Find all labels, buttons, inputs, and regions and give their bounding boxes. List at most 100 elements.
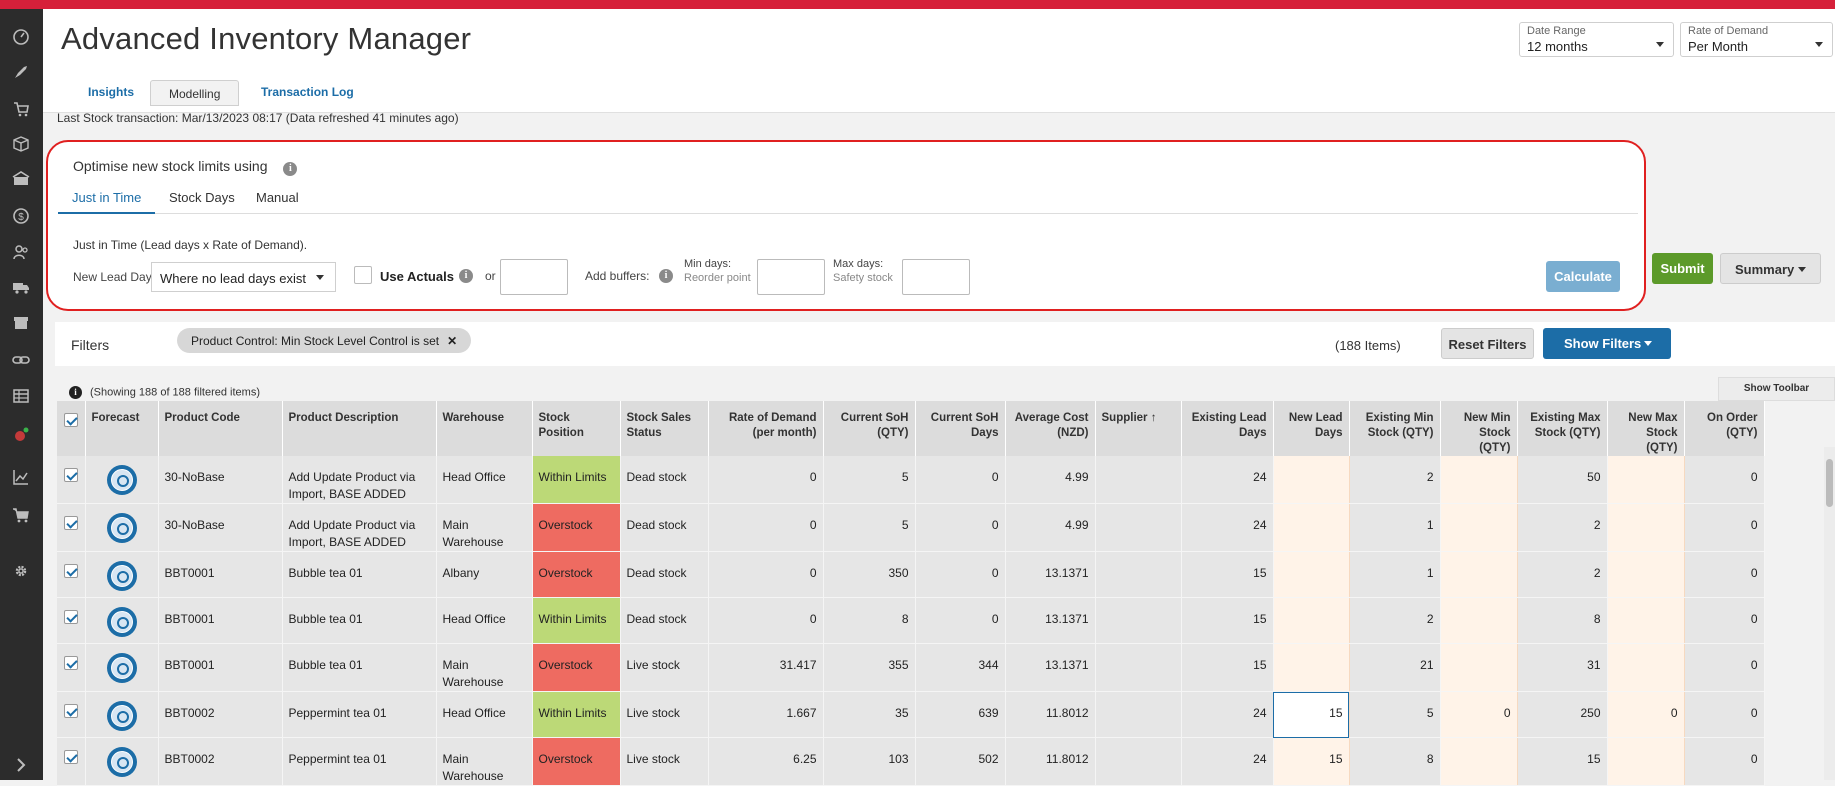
col-header-rate-of-demand[interactable]: Rate of Demand (per month)	[708, 401, 824, 456]
forecast-cell[interactable]	[85, 737, 159, 786]
row-checkbox[interactable]	[57, 456, 86, 504]
gauge-icon[interactable]	[10, 26, 32, 48]
cell-new-lead-days[interactable]	[1272, 551, 1350, 598]
col-header-warehouse[interactable]: Warehouse	[436, 401, 533, 456]
min-days-input[interactable]	[757, 259, 825, 295]
submit-button[interactable]: Submit	[1652, 253, 1713, 284]
table-row[interactable]: BBT0001 Bubble tea 01 Main Warehouse Overst…	[57, 643, 1765, 692]
cell-new-max-stock[interactable]: 0	[1606, 691, 1685, 738]
cell-new-lead-days[interactable]	[1272, 597, 1350, 644]
cell-new-max-stock[interactable]	[1606, 597, 1685, 644]
forecast-cell[interactable]	[85, 643, 159, 692]
col-header-current-soh-days[interactable]: Current SoH Days	[915, 401, 1006, 456]
forecast-cell[interactable]	[85, 456, 159, 504]
cell-new-min-stock[interactable]	[1439, 503, 1518, 552]
row-checkbox[interactable]	[57, 691, 86, 738]
table-row[interactable]: BBT0001 Bubble tea 01 Albany Overstock Dead …	[57, 551, 1765, 598]
cell-new-max-stock[interactable]	[1606, 551, 1685, 598]
gear-icon[interactable]	[10, 560, 32, 582]
forecast-icon[interactable]	[106, 465, 137, 495]
table-scrollbar[interactable]	[1824, 447, 1835, 780]
forecast-icon[interactable]	[106, 561, 137, 591]
table-row[interactable]: 30-NoBase Add Update Product via Import, …	[57, 456, 1765, 504]
col-header-existing-lead-days[interactable]: Existing Lead Days	[1181, 401, 1274, 456]
chart-icon[interactable]	[10, 466, 32, 488]
close-icon[interactable]: ✕	[447, 334, 457, 348]
row-checkbox[interactable]	[57, 551, 86, 598]
col-header-existing-max-stock[interactable]: Existing Max Stock (QTY)	[1517, 401, 1608, 456]
expand-icon[interactable]	[10, 754, 32, 776]
link-icon[interactable]	[10, 349, 32, 371]
col-header-existing-min-stock[interactable]: Existing Min Stock (QTY)	[1349, 401, 1441, 456]
forecast-cell[interactable]	[85, 691, 159, 738]
show-filters-button[interactable]: Show Filters	[1543, 328, 1671, 359]
date-range-select[interactable]: Date Range 12 months	[1519, 22, 1674, 57]
table-row[interactable]: 30-NoBase Add Update Product via Import, …	[57, 503, 1765, 552]
box-icon[interactable]	[10, 133, 32, 155]
col-header-stock-position[interactable]: Stock Position	[532, 401, 621, 456]
col-header-stock-sales-status[interactable]: Stock Sales Status	[620, 401, 709, 456]
max-days-input[interactable]	[902, 259, 970, 295]
select-all-checkbox[interactable]	[57, 401, 86, 456]
cell-new-max-stock[interactable]	[1606, 643, 1685, 692]
cell-new-max-stock[interactable]	[1606, 503, 1685, 552]
truck-icon[interactable]	[10, 276, 32, 298]
store-icon[interactable]	[10, 312, 32, 334]
col-header-current-soh-qty[interactable]: Current SoH (QTY)	[823, 401, 916, 456]
tab-stock-days[interactable]: Stock Days	[155, 190, 249, 214]
tab-transaction-log[interactable]: Transaction Log	[261, 85, 354, 99]
reset-filters-button[interactable]: Reset Filters	[1441, 328, 1534, 359]
show-toolbar-button[interactable]: Show Toolbar	[1718, 377, 1835, 401]
row-checkbox[interactable]	[57, 643, 86, 692]
table-row[interactable]: BBT0001 Bubble tea 01 Head Office Within Li…	[57, 597, 1765, 644]
cell-new-min-stock[interactable]	[1439, 597, 1518, 644]
cell-new-lead-days[interactable]	[1272, 503, 1350, 552]
cart-icon[interactable]	[10, 504, 32, 526]
col-header-new-min-stock[interactable]: New Min Stock (QTY)	[1440, 401, 1518, 456]
info-icon[interactable]: i	[283, 162, 298, 176]
table-icon[interactable]	[10, 385, 32, 407]
col-header-new-max-stock[interactable]: New Max Stock (QTY)	[1607, 401, 1685, 456]
forecast-cell[interactable]	[85, 551, 159, 598]
table-row[interactable]: BBT0002 Peppermint tea 01 Head Office Withi…	[57, 691, 1765, 738]
row-checkbox[interactable]	[57, 503, 86, 552]
scrollbar-thumb[interactable]	[1826, 459, 1833, 507]
people-icon[interactable]	[10, 241, 32, 263]
cell-new-lead-days[interactable]	[1272, 456, 1350, 504]
tab-insights[interactable]: Insights	[88, 85, 134, 99]
info-icon[interactable]: i	[459, 269, 473, 283]
rocket-icon[interactable]	[10, 61, 32, 83]
col-header-forecast[interactable]: Forecast	[85, 401, 159, 456]
col-header-on-order[interactable]: On Order (QTY)	[1684, 401, 1765, 456]
col-header-product-description[interactable]: Product Description	[282, 401, 437, 456]
warehouse-icon[interactable]	[10, 168, 32, 190]
col-header-average-cost[interactable]: Average Cost (NZD)	[1005, 401, 1096, 456]
forecast-icon[interactable]	[106, 747, 137, 777]
cell-new-min-stock[interactable]	[1439, 456, 1518, 504]
cell-new-min-stock[interactable]: 0	[1439, 691, 1518, 738]
table-row[interactable]: BBT0002 Peppermint tea 01 Main Warehouse Ov…	[57, 737, 1765, 786]
cell-new-min-stock[interactable]	[1439, 643, 1518, 692]
forecast-icon[interactable]	[106, 701, 137, 731]
col-header-supplier[interactable]: Supplier ↑	[1095, 401, 1182, 456]
col-header-product-code[interactable]: Product Code	[158, 401, 283, 456]
info-icon[interactable]: i	[659, 269, 673, 283]
cell-new-lead-days[interactable]: 15	[1272, 737, 1350, 786]
forecast-icon[interactable]	[106, 653, 137, 683]
forecast-icon[interactable]	[106, 513, 137, 543]
cell-new-max-stock[interactable]	[1606, 456, 1685, 504]
cell-new-min-stock[interactable]	[1439, 551, 1518, 598]
row-checkbox[interactable]	[57, 597, 86, 644]
use-actuals-checkbox[interactable]	[354, 266, 372, 284]
forecast-cell[interactable]	[85, 597, 159, 644]
tab-just-in-time[interactable]: Just in Time	[58, 190, 156, 214]
cell-new-max-stock[interactable]	[1606, 737, 1685, 786]
rate-of-demand-select[interactable]: Rate of Demand Per Month	[1680, 22, 1833, 57]
row-checkbox[interactable]	[57, 737, 86, 786]
lead-days-input[interactable]	[500, 259, 568, 295]
forecast-cell[interactable]	[85, 503, 159, 552]
dollar-icon[interactable]: $	[10, 205, 32, 227]
col-header-new-lead-days[interactable]: New Lead Days	[1273, 401, 1350, 456]
calculate-button[interactable]: Calculate	[1546, 261, 1620, 292]
forecast-icon[interactable]	[106, 607, 137, 637]
